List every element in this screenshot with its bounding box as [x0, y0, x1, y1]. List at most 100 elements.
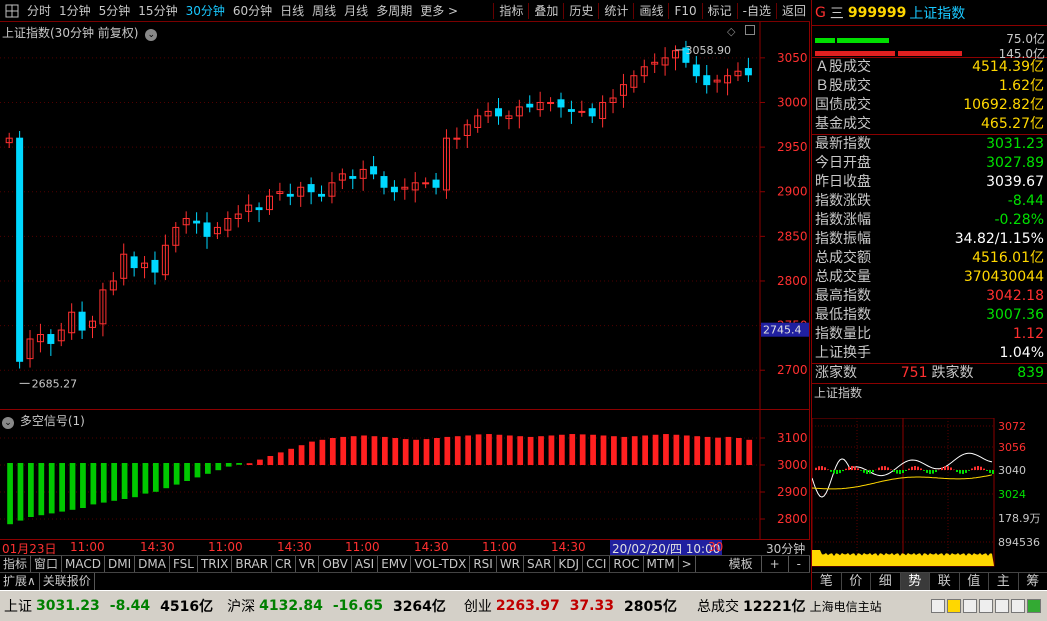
chart-title-text: 上证指数(30分钟 前复权): [2, 26, 139, 40]
indicator-tab[interactable]: DMA: [135, 556, 170, 572]
news-icon[interactable]: [1011, 599, 1025, 613]
tab-30min[interactable]: 30分钟: [182, 0, 229, 22]
indicator-tab[interactable]: KDJ: [555, 556, 584, 572]
draw-line-button[interactable]: 画线: [635, 0, 667, 22]
mini-tick-bar: [926, 470, 928, 473]
tab-fenshi[interactable]: 分时: [23, 0, 55, 22]
x-label: 30: [708, 540, 724, 554]
history-button[interactable]: 历史: [565, 0, 597, 22]
server-label[interactable]: 上海电信主站: [810, 598, 882, 615]
panel-tab[interactable]: 势: [900, 573, 930, 590]
template-button[interactable]: 模板: [721, 556, 762, 572]
indicator-tab[interactable]: OBV: [319, 556, 352, 572]
mark-button[interactable]: 标记: [704, 0, 736, 22]
tab-daily[interactable]: 日线: [276, 0, 308, 22]
sh-label[interactable]: 上证: [4, 596, 32, 616]
tab-multi-period[interactable]: 多周期: [372, 0, 416, 22]
mini-tick-bar: [929, 470, 931, 474]
panel-tab[interactable]: 值: [960, 573, 989, 590]
indicator-tab[interactable]: 窗口: [31, 556, 63, 572]
tab-15min[interactable]: 15分钟: [134, 0, 181, 22]
mini-tick-bar: [884, 466, 886, 470]
indicator-tab[interactable]: FSL: [170, 556, 198, 572]
indicator-chart[interactable]: 3100 3000 2900 2800 ⌄ 多空信号(1): [0, 410, 810, 540]
tab-weekly[interactable]: 周线: [308, 0, 340, 22]
flag-icon[interactable]: [963, 599, 977, 613]
related-quotes-tab[interactable]: 关联报价: [40, 573, 95, 590]
indicator-tab[interactable]: TRIX: [198, 556, 233, 572]
grid-icon[interactable]: [3, 2, 21, 20]
indicator-tab[interactable]: >: [679, 556, 696, 572]
alert-icon[interactable]: [947, 599, 961, 613]
speaker-icon[interactable]: [995, 599, 1009, 613]
indicator-bar: [735, 438, 742, 465]
indicator-tab[interactable]: VOL-TDX: [411, 556, 471, 572]
indicator-tab[interactable]: WR: [497, 556, 525, 572]
flag-icon[interactable]: [979, 599, 993, 613]
stat-label: 今日开盘: [815, 155, 871, 171]
indicator-bar: [132, 463, 138, 498]
back-button[interactable]: 返回: [778, 0, 810, 22]
remove-watchlist-button[interactable]: -自选: [739, 0, 775, 22]
intraday-mini-chart[interactable]: 3072 3056 3040 3024 178.9万 894536: [811, 417, 1047, 572]
diamond-icon[interactable]: ◇: [727, 25, 735, 38]
indicator-tab[interactable]: ROC: [610, 556, 644, 572]
candlestick-chart[interactable]: 305030002950290028502800275027003058.902…: [0, 22, 810, 410]
mini-axis-label: 178.9万: [998, 512, 1041, 525]
indicator-tab[interactable]: BRAR: [232, 556, 273, 572]
indicator-tab[interactable]: VR: [296, 556, 320, 572]
indicator-tab[interactable]: CR: [272, 556, 296, 572]
indicator-tab[interactable]: MTM: [644, 556, 679, 572]
indicator-tab[interactable]: CCI: [583, 556, 611, 572]
tab-more[interactable]: 更多 >: [416, 0, 462, 22]
indicator-tab[interactable]: EMV: [378, 556, 412, 572]
indicator-tab[interactable]: DMI: [105, 556, 136, 572]
panel-tab[interactable]: 筹: [1019, 573, 1047, 590]
indicator-bar: [319, 439, 326, 465]
chevron-down-icon[interactable]: ⌄: [2, 417, 14, 429]
expand-tab[interactable]: 扩展∧: [0, 573, 40, 590]
tab-monthly[interactable]: 月线: [340, 0, 372, 22]
tab-5min[interactable]: 5分钟: [95, 0, 135, 22]
mini-tick-bar: [851, 466, 853, 470]
overlay-button[interactable]: 叠加: [530, 0, 562, 22]
panel-tab[interactable]: 主: [989, 573, 1019, 590]
indicator-button[interactable]: 指标: [495, 0, 527, 22]
indicator-tab[interactable]: MACD: [62, 556, 106, 572]
indicator-bar: [371, 436, 378, 465]
hs-label[interactable]: 沪深: [227, 596, 255, 616]
volume-ratio-bars: 75.0亿 145.0亿: [812, 26, 1047, 61]
mini-axis-label: 3072: [998, 420, 1026, 433]
hs-value: 4132.84: [259, 598, 323, 614]
window-icon[interactable]: [931, 599, 945, 613]
panel-tab[interactable]: 笔: [812, 573, 842, 590]
statistics-button[interactable]: 统计: [600, 0, 632, 22]
cy-label[interactable]: 创业: [464, 596, 492, 616]
remove-window-button[interactable]: -: [789, 556, 810, 572]
indicator-tab[interactable]: ASI: [352, 556, 379, 572]
mini-axis-label: 3056: [998, 441, 1026, 454]
indicator-bar: [486, 434, 492, 465]
f10-button[interactable]: F10: [670, 0, 700, 22]
indicator-tab[interactable]: SAR: [524, 556, 556, 572]
panel-tab[interactable]: 细: [871, 573, 901, 590]
stat-row: 指数涨跌 -8.44: [812, 192, 1047, 211]
connect-icon[interactable]: [1027, 599, 1041, 613]
stat-row: 上证换手 1.04%: [812, 344, 1047, 363]
tab-60min[interactable]: 60分钟: [229, 0, 276, 22]
panel-tab[interactable]: 联: [930, 573, 960, 590]
panel-tab[interactable]: 价: [842, 573, 871, 590]
indicator-tab[interactable]: 指标: [0, 556, 32, 572]
add-window-button[interactable]: +: [762, 556, 789, 572]
menu-icon[interactable]: 三: [830, 3, 844, 23]
mini-tick-bar: [845, 468, 847, 470]
stat-label: 总成交量: [815, 269, 871, 285]
candle: [47, 334, 55, 344]
indicator-tab[interactable]: RSI: [470, 556, 497, 572]
maximize-icon[interactable]: [745, 25, 755, 35]
chevron-down-icon[interactable]: ⌄: [145, 29, 158, 41]
candle: [307, 184, 315, 193]
tab-1min[interactable]: 1分钟: [55, 0, 95, 22]
stat-label: 最低指数: [815, 307, 871, 323]
indicator-bar: [142, 463, 149, 494]
